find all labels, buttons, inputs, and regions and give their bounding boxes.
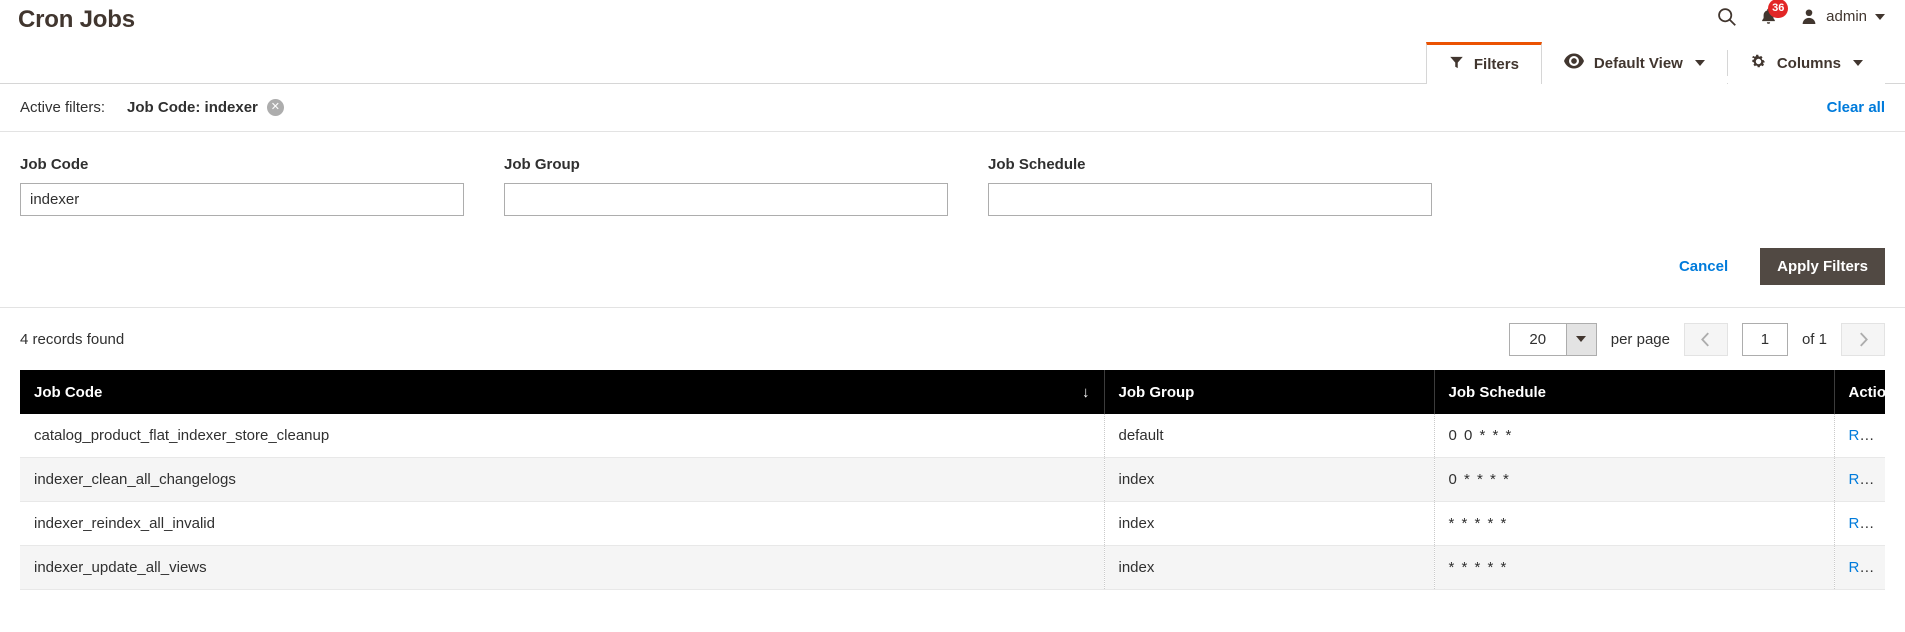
column-header-job-code[interactable]: Job Code ↓ bbox=[20, 370, 1105, 414]
job-group-input[interactable] bbox=[504, 183, 948, 216]
column-header-job-code-label: Job Code bbox=[34, 383, 103, 401]
current-page-input[interactable] bbox=[1741, 322, 1788, 356]
filter-field-job-schedule: Job Schedule bbox=[988, 156, 1432, 216]
cell-job-code: indexer_update_all_views bbox=[20, 545, 1105, 590]
user-avatar-icon bbox=[1800, 7, 1818, 26]
column-header-job-schedule[interactable]: Job Schedule bbox=[1434, 370, 1835, 414]
column-header-job-group[interactable]: Job Group bbox=[1104, 370, 1435, 414]
grid-container: Job Code ↓ Job Group Job Schedule Action… bbox=[0, 370, 1905, 590]
run-job-link[interactable]: Run bbox=[1849, 559, 1877, 576]
tab-columns[interactable]: Columns bbox=[1727, 42, 1885, 84]
close-circle-icon[interactable]: ✕ bbox=[266, 99, 284, 116]
filter-label-job-group: Job Group bbox=[504, 156, 580, 173]
page-title: Cron Jobs bbox=[18, 6, 135, 33]
cell-action: Run bbox=[1834, 414, 1885, 458]
chevron-down-icon bbox=[1875, 13, 1885, 20]
active-filters-label: Active filters: bbox=[20, 99, 106, 116]
job-schedule-input[interactable] bbox=[988, 183, 1432, 216]
cell-job-group: index bbox=[1104, 501, 1435, 546]
tab-default-view[interactable]: Default View bbox=[1541, 42, 1727, 84]
grid-toolbar: 4 records found 20 per page of 1 bbox=[0, 308, 1905, 370]
clear-all-filters-button[interactable]: Clear all bbox=[1827, 99, 1885, 116]
grid-controls-tabstrip: Filters Default View Columns bbox=[0, 42, 1905, 84]
cell-job-schedule: * * * * * bbox=[1434, 545, 1835, 590]
total-pages-label: of 1 bbox=[1801, 330, 1827, 348]
column-header-action: Action bbox=[1834, 370, 1895, 414]
table-header-row: Job Code ↓ Job Group Job Schedule Action bbox=[20, 370, 1895, 414]
table-row[interactable]: catalog_product_flat_indexer_store_clean… bbox=[20, 414, 1885, 458]
filter-field-job-code: Job Code bbox=[20, 156, 464, 216]
table-row[interactable]: indexer_clean_all_changelogs index 0 * *… bbox=[20, 457, 1885, 502]
cell-action: Run bbox=[1834, 545, 1885, 590]
per-page-value: 20 bbox=[1509, 323, 1566, 355]
chevron-down-icon bbox=[1853, 60, 1863, 66]
table-row[interactable]: indexer_update_all_views index * * * * *… bbox=[20, 545, 1885, 590]
tab-columns-label: Columns bbox=[1776, 54, 1841, 72]
previous-page-button[interactable] bbox=[1683, 322, 1728, 356]
chevron-down-icon bbox=[1694, 60, 1705, 66]
admin-user-name: admin bbox=[1826, 8, 1867, 25]
filter-field-job-group: Job Group bbox=[504, 156, 948, 216]
job-code-input[interactable] bbox=[20, 183, 464, 216]
filter-label-job-schedule: Job Schedule bbox=[988, 156, 1086, 173]
notifications-bell-icon[interactable]: 36 bbox=[1759, 0, 1789, 27]
cell-action: Run bbox=[1834, 457, 1885, 502]
tab-default-view-label: Default View bbox=[1593, 54, 1683, 72]
sort-descending-icon: ↓ bbox=[1082, 383, 1090, 401]
page-header: Cron Jobs 36 admin bbox=[0, 0, 1905, 42]
apply-filters-button[interactable]: Apply Filters bbox=[1760, 248, 1885, 285]
admin-user-menu[interactable]: admin bbox=[1800, 7, 1885, 26]
cron-jobs-table: Job Code ↓ Job Group Job Schedule Action… bbox=[20, 370, 1895, 590]
gear-icon bbox=[1750, 53, 1767, 74]
run-job-link[interactable]: Run bbox=[1849, 427, 1877, 444]
records-found-label: 4 records found bbox=[20, 330, 125, 348]
table-row[interactable]: indexer_reindex_all_invalid index * * * … bbox=[20, 501, 1885, 546]
column-header-job-group-label: Job Group bbox=[1118, 383, 1195, 401]
active-filters-bar: Active filters: Job Code: indexer ✕ Clea… bbox=[0, 84, 1905, 132]
cell-job-group: index bbox=[1104, 545, 1435, 590]
cell-action: Run bbox=[1834, 501, 1885, 546]
tab-filters[interactable]: Filters bbox=[1425, 42, 1542, 84]
filter-label-job-code: Job Code bbox=[20, 156, 89, 173]
per-page-select[interactable]: 20 bbox=[1508, 322, 1597, 356]
column-header-action-label: Action bbox=[1848, 383, 1896, 401]
per-page-label: per page bbox=[1610, 330, 1670, 348]
pagination-controls: 20 per page of 1 bbox=[1508, 322, 1885, 356]
eye-icon bbox=[1563, 53, 1584, 73]
header-actions: 36 admin bbox=[1716, 0, 1885, 27]
notifications-count-badge: 36 bbox=[1768, 0, 1789, 18]
active-filter-chip: Job Code: indexer ✕ bbox=[127, 99, 284, 116]
cell-job-schedule: 0 0 * * * bbox=[1434, 414, 1835, 458]
cell-job-group: default bbox=[1104, 414, 1435, 458]
next-page-button[interactable] bbox=[1841, 322, 1885, 356]
active-filter-chip-label: Job Code: indexer bbox=[127, 99, 258, 116]
chevron-down-icon bbox=[1565, 323, 1596, 355]
tab-filters-label: Filters bbox=[1473, 56, 1519, 73]
cancel-button[interactable]: Cancel bbox=[1673, 257, 1734, 276]
cell-job-code: indexer_reindex_all_invalid bbox=[20, 501, 1105, 546]
run-job-link[interactable]: Run bbox=[1849, 471, 1877, 488]
cell-job-schedule: * * * * * bbox=[1434, 501, 1835, 546]
cell-job-code: indexer_clean_all_changelogs bbox=[20, 457, 1105, 502]
filters-panel: Job Code Job Group Job Schedule Cancel A… bbox=[0, 132, 1905, 308]
cell-job-schedule: 0 * * * * bbox=[1434, 457, 1835, 502]
search-icon[interactable] bbox=[1716, 6, 1737, 27]
cell-job-group: index bbox=[1104, 457, 1435, 502]
funnel-icon bbox=[1449, 55, 1464, 74]
column-header-job-schedule-label: Job Schedule bbox=[1448, 383, 1547, 401]
run-job-link[interactable]: Run bbox=[1849, 515, 1877, 532]
cell-job-code: catalog_product_flat_indexer_store_clean… bbox=[20, 414, 1105, 458]
filter-actions: Cancel Apply Filters bbox=[20, 248, 1885, 285]
